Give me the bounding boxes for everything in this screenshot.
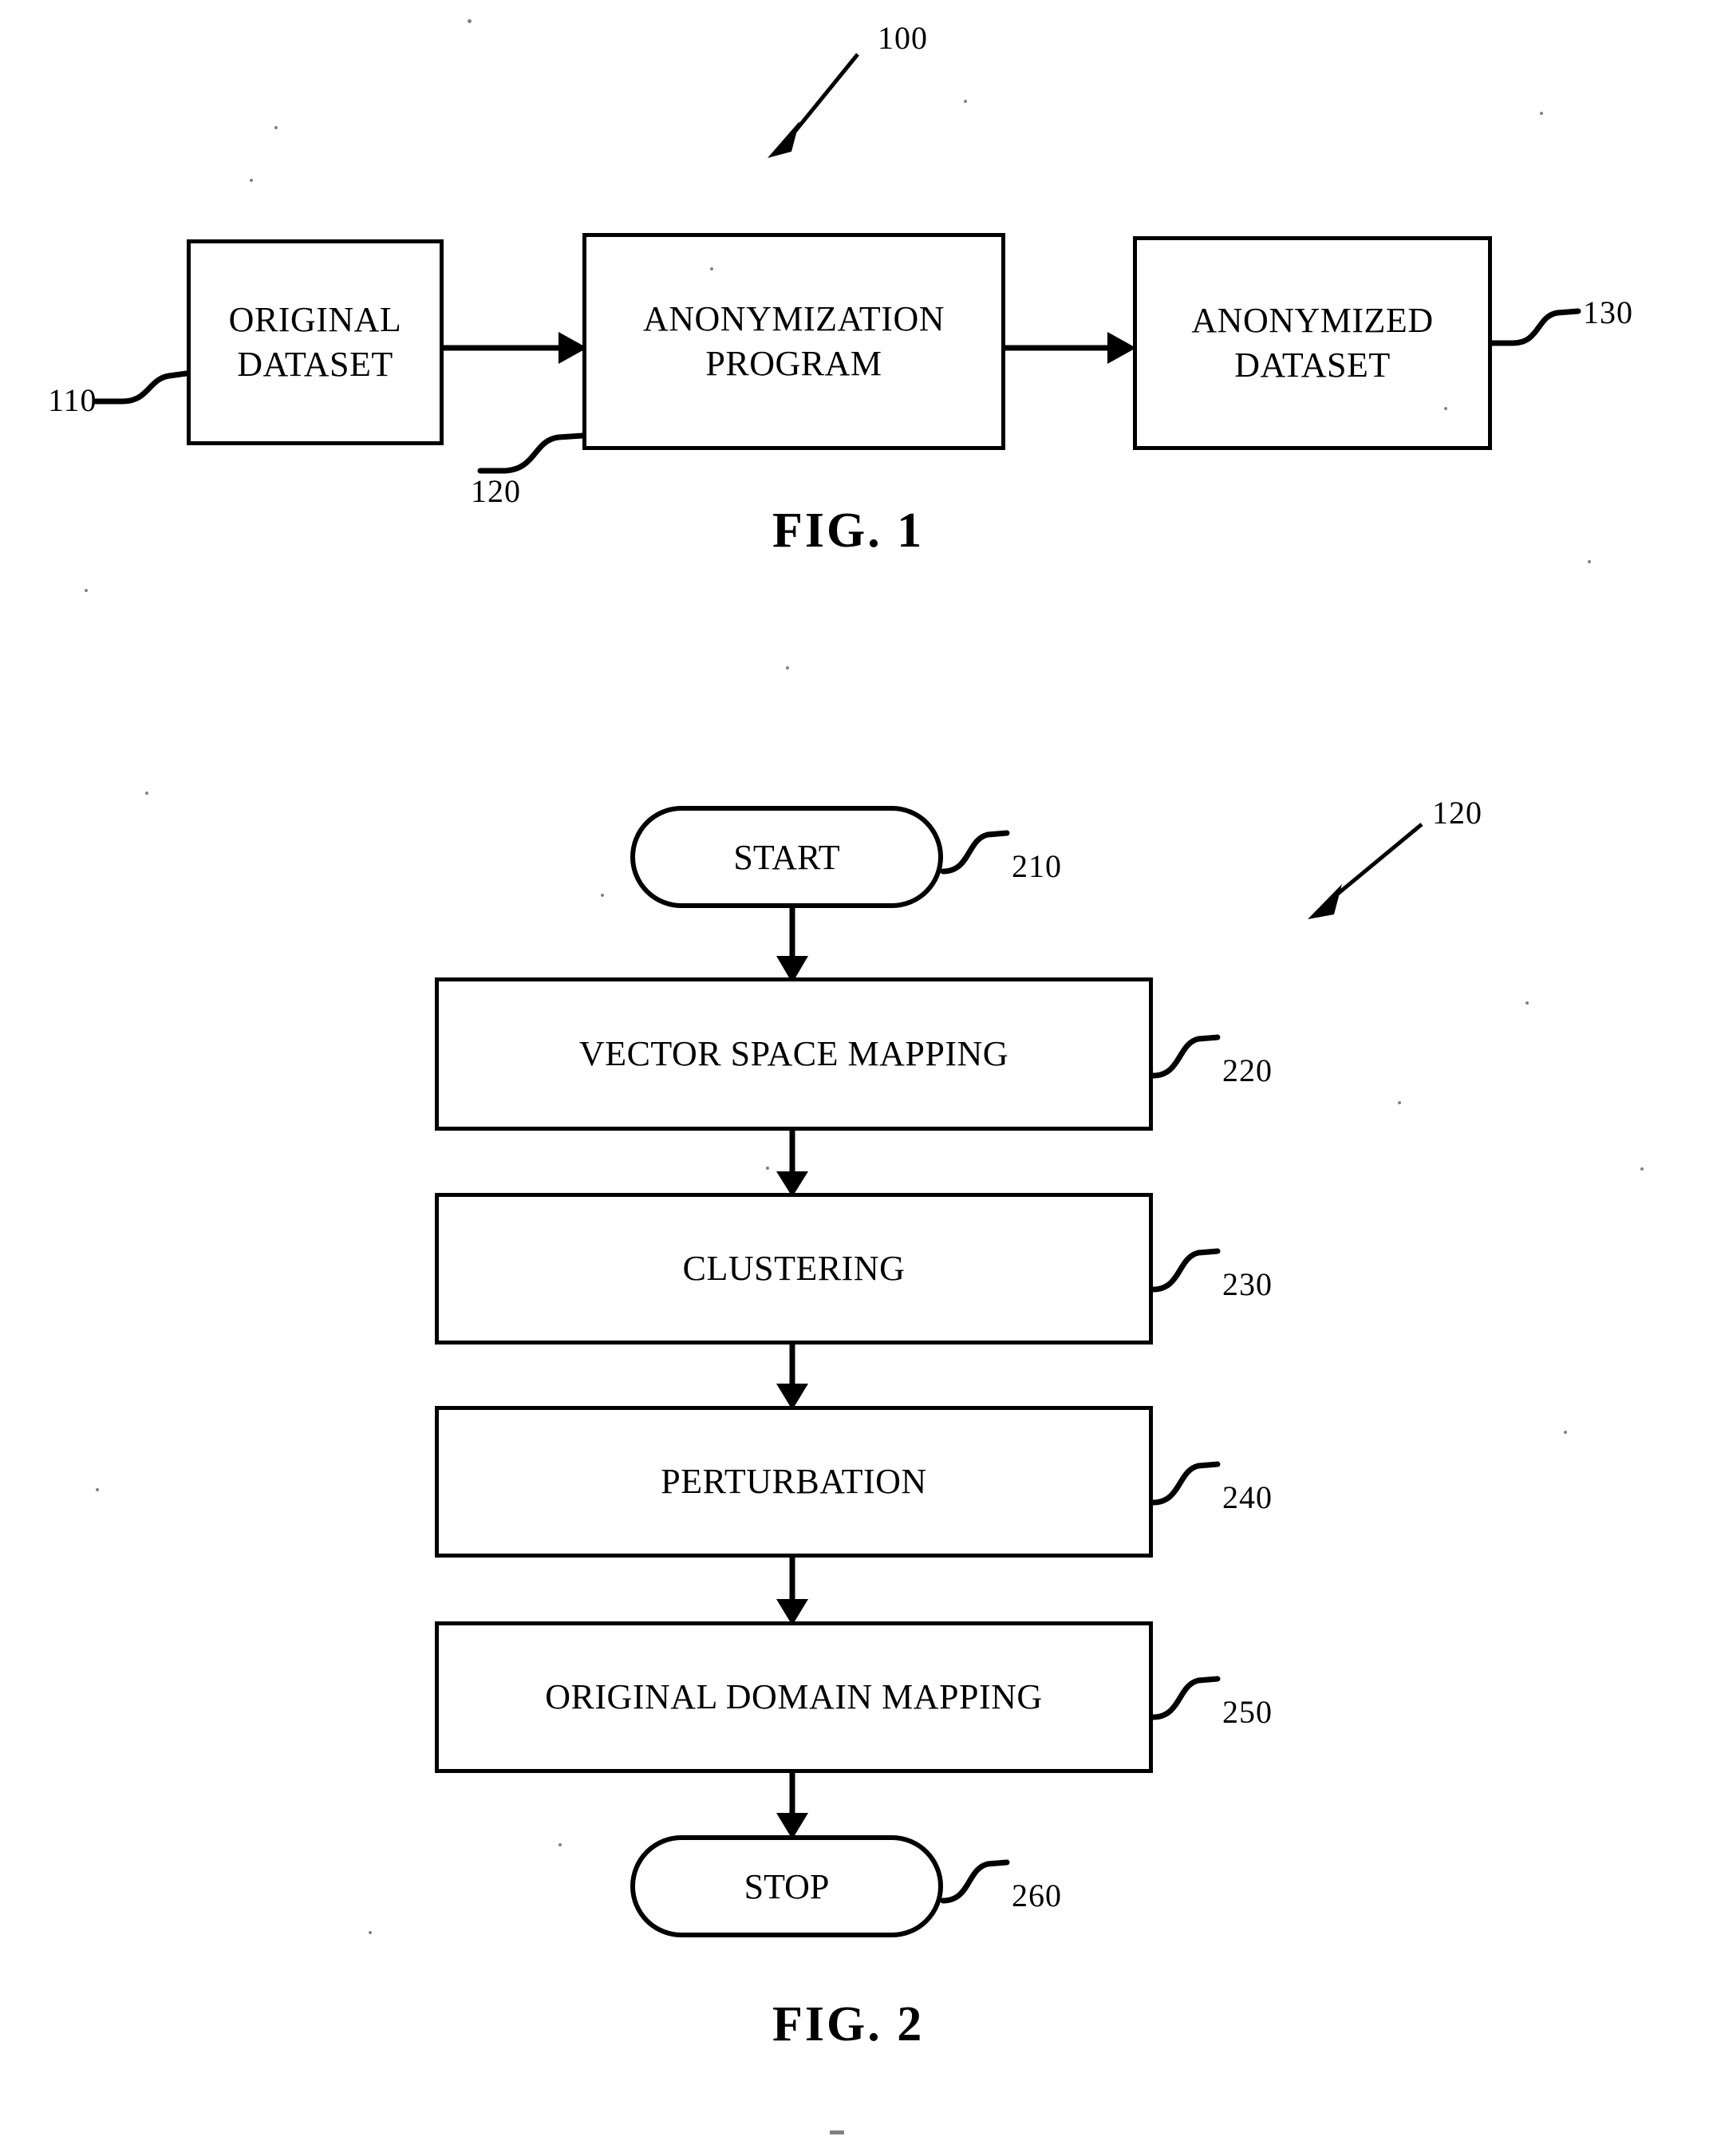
block-anonymized-dataset: ANONYMIZED DATASET xyxy=(1133,236,1492,450)
flow-step-clustering-label: CLUSTERING xyxy=(682,1248,906,1288)
fig1-ref-100-pointer xyxy=(768,53,859,158)
leader-230 xyxy=(1150,1248,1221,1293)
scan-speck xyxy=(1564,1431,1567,1434)
flow-step-original-domain-mapping: ORIGINAL DOMAIN MAPPING xyxy=(435,1621,1153,1773)
scan-speck xyxy=(1525,1001,1529,1005)
flow-terminator-stop: STOP xyxy=(630,1835,943,1937)
block-anonymization-program-line1: ANONYMIZATION xyxy=(642,298,945,338)
flow-step-clustering: CLUSTERING xyxy=(435,1193,1153,1345)
leader-210 xyxy=(940,830,1010,875)
fig1-arrow-program-to-anonymized xyxy=(1005,332,1136,364)
fig2-arrow-odm-to-stop xyxy=(776,1773,808,1839)
scan-speck xyxy=(85,589,88,592)
scan-speck xyxy=(558,1843,562,1846)
leader-220 xyxy=(1150,1034,1221,1079)
scan-speck xyxy=(601,894,604,897)
block-original-dataset-line1: ORIGINAL xyxy=(228,299,402,339)
block-anonymized-dataset-line2: DATASET xyxy=(1234,346,1391,385)
flow-terminator-start: START xyxy=(630,806,943,908)
flow-step-vector-space-mapping-label: VECTOR SPACE MAPPING xyxy=(578,1033,1009,1073)
block-anonymization-program-label: ANONYMIZATION PROGRAM xyxy=(643,297,945,387)
flow-terminator-start-label: START xyxy=(733,837,840,877)
refnum-120-fig1: 120 xyxy=(471,473,521,509)
fig1-system-refnum: 100 xyxy=(878,20,928,56)
leader-250 xyxy=(1150,1676,1221,1720)
scan-speck xyxy=(274,126,278,129)
scan-speck xyxy=(830,2130,844,2134)
scan-speck xyxy=(1588,560,1591,563)
scan-speck xyxy=(804,1880,807,1883)
block-original-dataset-label: ORIGINAL DATASET xyxy=(229,298,402,388)
leader-260 xyxy=(940,1859,1010,1904)
leader-110 xyxy=(93,370,190,405)
flow-step-perturbation-label: PERTURBATION xyxy=(661,1461,927,1501)
flow-step-perturbation: PERTURBATION xyxy=(435,1406,1153,1558)
refnum-260: 260 xyxy=(1012,1878,1062,1913)
block-original-dataset: ORIGINAL DATASET xyxy=(187,239,444,445)
scan-speck xyxy=(250,179,253,182)
block-anonymization-program-line2: PROGRAM xyxy=(705,344,882,383)
fig2-arrow-clustering-to-perturbation xyxy=(776,1345,808,1410)
refnum-250: 250 xyxy=(1222,1694,1273,1730)
scan-speck xyxy=(1398,1101,1401,1104)
refnum-240: 240 xyxy=(1222,1479,1273,1515)
leader-240 xyxy=(1150,1461,1221,1506)
fig1-arrow-original-to-program xyxy=(444,332,587,364)
fig2-arrow-start-to-vsm xyxy=(776,908,808,983)
leader-120-fig1 xyxy=(477,432,586,474)
scan-speck xyxy=(96,1488,99,1491)
block-original-dataset-line2: DATASET xyxy=(237,345,393,384)
figure2-caption: FIG. 2 xyxy=(772,1997,925,2051)
scan-speck xyxy=(468,19,472,23)
fig2-process-refnum: 120 xyxy=(1432,795,1482,831)
flow-terminator-stop-label: STOP xyxy=(744,1866,830,1906)
block-anonymized-dataset-line1: ANONYMIZED xyxy=(1191,300,1434,340)
scan-speck xyxy=(1540,112,1543,115)
block-anonymized-dataset-label: ANONYMIZED DATASET xyxy=(1191,298,1433,389)
refnum-220: 220 xyxy=(1222,1052,1273,1088)
flow-step-vector-space-mapping: VECTOR SPACE MAPPING xyxy=(435,977,1153,1131)
scan-speck xyxy=(964,100,967,103)
flow-step-original-domain-mapping-label: ORIGINAL DOMAIN MAPPING xyxy=(545,1676,1043,1716)
refnum-210: 210 xyxy=(1012,848,1062,884)
refnum-230: 230 xyxy=(1222,1266,1273,1302)
fig2-arrow-vsm-to-clustering xyxy=(776,1131,808,1197)
scan-speck xyxy=(786,666,789,669)
scan-speck xyxy=(369,1931,372,1934)
scan-speck xyxy=(1444,407,1447,410)
leader-130 xyxy=(1489,308,1581,346)
refnum-110: 110 xyxy=(48,382,97,418)
scan-speck xyxy=(1640,1167,1644,1171)
drawing-sheet: 100 ORIGINAL DATASET 110 ANONYMIZATION P… xyxy=(0,0,1709,2156)
scan-speck xyxy=(766,1167,769,1170)
fig2-arrow-perturbation-to-odm xyxy=(776,1558,808,1625)
figure1-caption: FIG. 1 xyxy=(772,503,925,558)
block-anonymization-program: ANONYMIZATION PROGRAM xyxy=(582,233,1005,450)
scan-speck xyxy=(710,267,713,270)
scan-speck xyxy=(145,792,148,795)
fig2-ref-120-pointer xyxy=(1308,823,1423,919)
refnum-130: 130 xyxy=(1583,294,1633,330)
